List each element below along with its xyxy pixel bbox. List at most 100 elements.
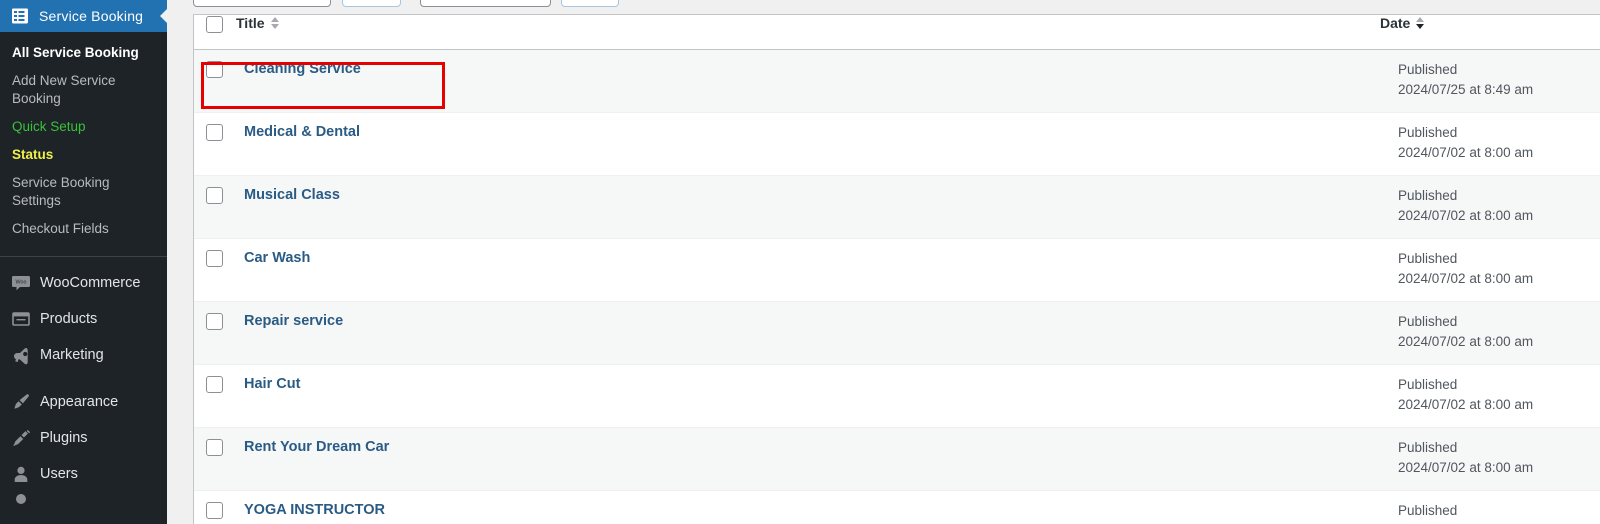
service-booking-list-table: Title Date Cleaning Service Published 20… <box>193 14 1600 524</box>
row-title-cell: Musical Class <box>236 175 1380 239</box>
table-row[interactable]: Car Wash Published 2024/07/02 at 8:00 am <box>194 238 1600 302</box>
row-checkbox[interactable] <box>206 186 223 204</box>
sidebar-item-users[interactable]: Users <box>0 456 167 492</box>
table-row[interactable]: Hair Cut Published 2024/07/02 at 8:00 am <box>194 364 1600 428</box>
row-title-link[interactable]: Medical & Dental <box>236 123 360 141</box>
sidebar-item-label: Products <box>40 311 98 327</box>
row-date-cell: Published 2024/07/02 at 8:00 am <box>1380 490 1600 524</box>
row-title-cell: YOGA INSTRUCTOR <box>236 490 1380 524</box>
sort-arrows-date[interactable] <box>1416 17 1425 29</box>
row-title-cell: Medical & Dental <box>236 112 1380 176</box>
table-row[interactable]: YOGA INSTRUCTOR Published 2024/07/02 at … <box>194 490 1600 524</box>
table-row[interactable]: Cleaning Service Published 2024/07/25 at… <box>194 49 1600 113</box>
row-checkbox[interactable] <box>206 375 223 393</box>
row-select-cell <box>194 112 236 176</box>
woocommerce-icon: Woo <box>12 276 30 291</box>
menu-pointer-arrow <box>160 8 167 24</box>
row-select-cell <box>194 427 236 491</box>
row-title-cell: Repair service <box>236 301 1380 365</box>
row-select-cell <box>194 175 236 239</box>
submenu-item-service-booking-settings[interactable]: Service Booking Settings <box>0 169 167 215</box>
column-header-date[interactable]: Date <box>1380 15 1600 50</box>
row-title-cell: Car Wash <box>236 238 1380 302</box>
sort-desc-icon <box>270 24 279 29</box>
admin-content-area: Title Date Cleaning Service Published 20… <box>167 0 1600 524</box>
row-checkbox[interactable] <box>206 249 223 267</box>
sidebar-item-label: Marketing <box>40 347 104 363</box>
submenu-item-checkout-fields[interactable]: Checkout Fields <box>0 215 167 243</box>
submenu-item-all-service-booking[interactable]: All Service Booking <box>0 39 167 67</box>
row-checkbox[interactable] <box>206 312 223 330</box>
column-header-title[interactable]: Title <box>236 15 1380 50</box>
sort-asc-icon <box>270 17 279 22</box>
row-date-cell: Published 2024/07/02 at 8:00 am <box>1380 427 1600 491</box>
list-table-toolbar <box>193 0 1580 7</box>
filter-button[interactable] <box>561 0 619 7</box>
sidebar-item-partial-next[interactable] <box>0 492 167 506</box>
column-header-title-label: Title <box>236 15 265 31</box>
bulk-actions-select[interactable] <box>193 0 331 7</box>
sort-asc-icon <box>1416 17 1425 22</box>
row-date: 2024/07/02 at 8:00 am <box>1398 459 1534 475</box>
sort-arrows-title[interactable] <box>270 17 279 29</box>
row-status: Published <box>1398 124 1458 140</box>
sidebar-item-marketing[interactable]: Marketing <box>0 337 167 373</box>
row-select-cell <box>194 238 236 302</box>
row-title-cell: Hair Cut <box>236 364 1380 428</box>
paintbrush-icon <box>14 394 29 409</box>
row-date: 2024/07/02 at 8:00 am <box>1380 521 1600 524</box>
row-select-cell <box>194 301 236 365</box>
row-status: Published <box>1398 313 1458 329</box>
row-date: 2024/07/25 at 8:49 am <box>1398 81 1534 97</box>
row-status: Published <box>1398 439 1458 455</box>
table-body: Cleaning Service Published 2024/07/25 at… <box>194 49 1600 524</box>
row-checkbox[interactable] <box>206 438 223 456</box>
select-all-checkbox[interactable] <box>206 16 223 33</box>
sidebar-item-plugins[interactable]: Plugins <box>0 420 167 456</box>
row-title-link[interactable]: Musical Class <box>236 186 340 204</box>
row-checkbox[interactable] <box>206 123 223 141</box>
sidebar-item-service-booking[interactable]: Service Booking <box>0 0 167 32</box>
table-row[interactable]: Repair service Published 2024/07/02 at 8… <box>194 301 1600 365</box>
sidebar-item-label: Users <box>40 466 78 482</box>
sidebar-item-label: Appearance <box>40 394 119 410</box>
row-title-link[interactable]: Car Wash <box>236 249 310 267</box>
filter-date-select[interactable] <box>420 0 551 7</box>
svg-text:Woo: Woo <box>16 279 27 285</box>
row-date-cell: Published 2024/07/02 at 8:00 am <box>1380 112 1600 176</box>
plug-icon <box>13 429 31 447</box>
table-header-row: Title Date <box>194 15 1600 50</box>
admin-sidebar: Service Booking All Service Booking Add … <box>0 0 167 524</box>
row-title-cell: Rent Your Dream Car <box>236 427 1380 491</box>
sort-desc-icon <box>1416 24 1425 29</box>
sidebar-item-woocommerce[interactable]: Woo WooCommerce <box>0 265 167 301</box>
table-row[interactable]: Medical & Dental Published 2024/07/02 at… <box>194 112 1600 176</box>
row-date-cell: Published 2024/07/02 at 8:00 am <box>1380 364 1600 428</box>
row-status: Published <box>1398 61 1458 77</box>
row-title-link[interactable]: YOGA INSTRUCTOR <box>236 501 385 519</box>
table-row[interactable]: Musical Class Published 2024/07/02 at 8:… <box>194 175 1600 239</box>
submenu-item-status[interactable]: Status <box>0 141 167 169</box>
submenu-item-add-new-service-booking[interactable]: Add New Service Booking <box>0 67 167 113</box>
row-title-cell: Cleaning Service <box>236 49 1380 113</box>
wordpress-admin-screen: Service Booking All Service Booking Add … <box>0 0 1600 524</box>
sidebar-item-appearance[interactable]: Appearance <box>0 384 167 420</box>
apply-button[interactable] <box>342 0 401 7</box>
row-date-cell: Published 2024/07/02 at 8:00 am <box>1380 238 1600 302</box>
row-checkbox[interactable] <box>206 501 223 519</box>
row-checkbox[interactable] <box>206 60 223 78</box>
sidebar-item-label: WooCommerce <box>40 275 141 291</box>
sidebar-item-products[interactable]: Products <box>0 301 167 337</box>
row-title-link[interactable]: Rent Your Dream Car <box>236 438 389 456</box>
row-status: Published <box>1398 187 1458 203</box>
sidebar-item-label: Plugins <box>40 430 88 446</box>
row-title-link[interactable]: Cleaning Service <box>236 60 361 78</box>
sidebar-divider <box>0 256 167 257</box>
table-row[interactable]: Rent Your Dream Car Published 2024/07/02… <box>194 427 1600 491</box>
service-booking-submenu: All Service Booking Add New Service Book… <box>0 32 167 252</box>
row-date: 2024/07/02 at 8:00 am <box>1398 270 1534 286</box>
submenu-item-quick-setup[interactable]: Quick Setup <box>0 113 167 141</box>
row-title-link[interactable]: Repair service <box>236 312 343 330</box>
row-title-link[interactable]: Hair Cut <box>236 375 300 393</box>
